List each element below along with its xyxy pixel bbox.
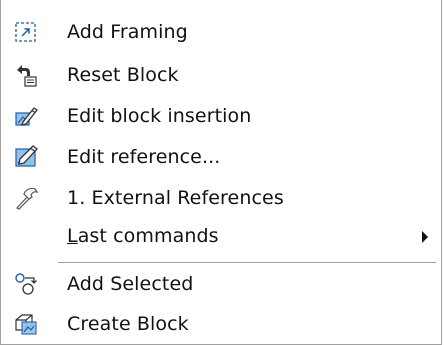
menu-item-create-block[interactable]: Create Block bbox=[1, 306, 441, 342]
menu-item-label: Add Selected bbox=[67, 273, 194, 295]
menu-item-last-commands[interactable]: Last commands bbox=[1, 218, 441, 254]
hammer-icon bbox=[16, 187, 38, 210]
menu-item-edit-block-insertion[interactable]: Edit block insertion bbox=[1, 98, 441, 134]
create-block-icon bbox=[15, 314, 37, 335]
menu-item-label: Edit reference... bbox=[67, 146, 221, 168]
edit-block-insertion-icon bbox=[15, 107, 38, 126]
edit-reference-icon bbox=[15, 145, 38, 167]
submenu-arrow-icon bbox=[422, 231, 428, 243]
menu-item-label: Edit block insertion bbox=[67, 105, 252, 127]
context-menu: Add Framing Reset Block Edit block inser… bbox=[0, 0, 442, 345]
add-selected-icon bbox=[15, 273, 37, 295]
menu-item-edit-reference[interactable]: Edit reference... bbox=[1, 139, 441, 175]
menu-item-label: Add Framing bbox=[67, 21, 188, 43]
add-framing-icon bbox=[15, 22, 36, 42]
menu-item-external-references[interactable]: 1. External References bbox=[1, 180, 441, 216]
menu-separator bbox=[58, 262, 436, 263]
menu-item-label: Reset Block bbox=[67, 64, 179, 86]
reset-block-icon bbox=[17, 65, 37, 87]
menu-item-reset-block[interactable]: Reset Block bbox=[1, 57, 441, 93]
menu-item-label: Create Block bbox=[67, 313, 189, 335]
menu-item-label: 1. External References bbox=[67, 187, 284, 209]
menu-item-add-selected[interactable]: Add Selected bbox=[1, 266, 441, 302]
menu-item-label: Last commands bbox=[67, 225, 219, 247]
menu-item-add-framing[interactable]: Add Framing bbox=[1, 14, 441, 50]
